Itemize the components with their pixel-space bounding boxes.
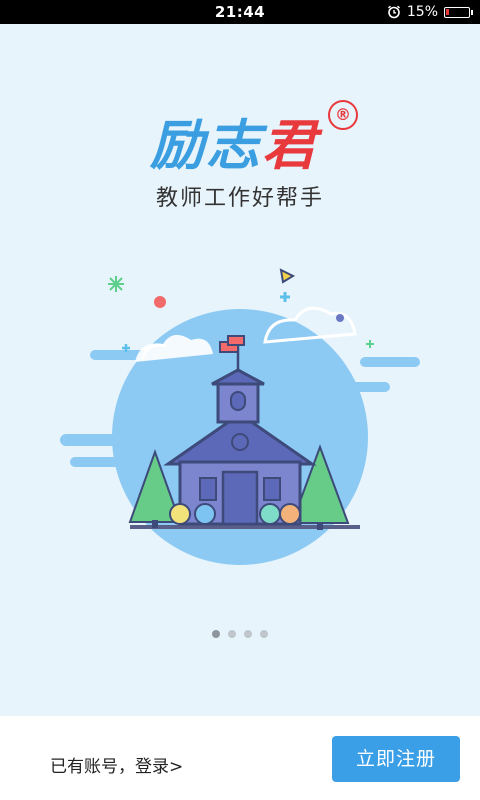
battery-percent: 15% [406,4,438,20]
alarm-icon [387,5,400,19]
battery-icon [444,6,473,18]
pager-dot[interactable] [212,630,220,638]
pager-dot[interactable] [260,630,268,638]
school-building-illustration [60,268,420,565]
pager-dot[interactable] [244,630,252,638]
page-indicator [0,630,480,638]
login-link[interactable]: 已有账号，登录> [50,752,183,777]
battery-level-fill [446,8,449,15]
status-bar: 21:44 15% [0,0,480,24]
register-button[interactable]: 立即注册 [332,736,460,782]
registered-mark: ® [328,100,358,130]
pager-dot[interactable] [228,630,236,638]
logo-text: 励志君 [150,110,318,180]
logo-char: 君 [262,113,318,177]
bottom-action-bar: 已有账号，登录> 立即注册 [0,716,480,800]
tagline: 教师工作好帮手 [155,186,324,211]
logo-char: 志 [206,113,262,177]
status-right-group: 15% [387,3,473,21]
splash-screen: 励志君 ® 教师工作好帮手 [0,24,480,716]
logo-char: 励 [150,113,206,177]
